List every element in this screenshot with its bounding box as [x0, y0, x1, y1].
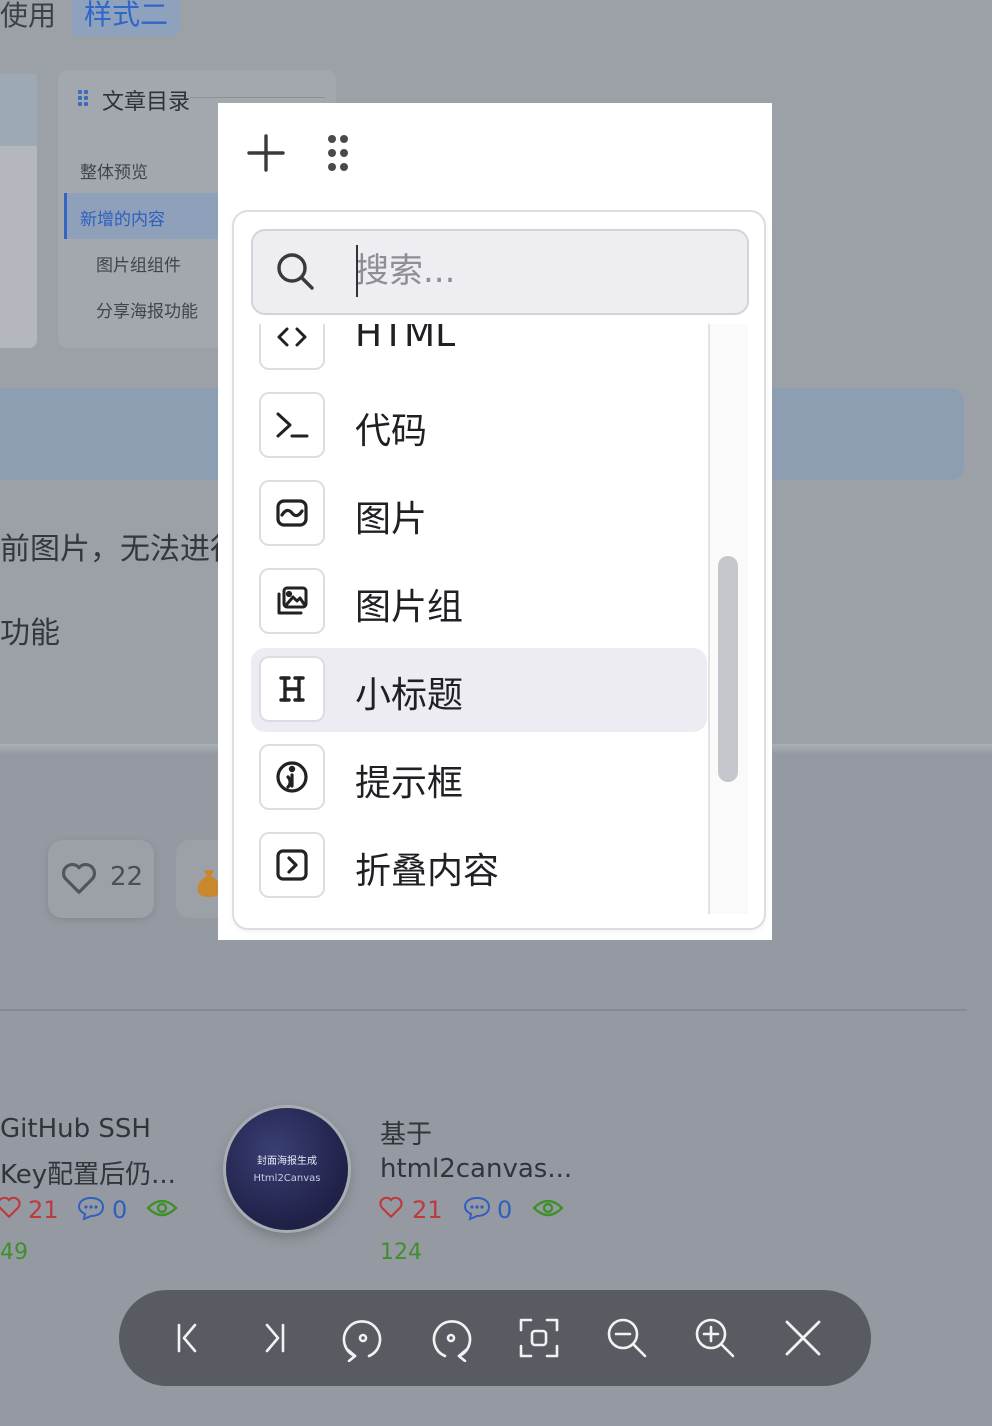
- info-icon: [259, 744, 325, 810]
- close-icon[interactable]: [779, 1314, 827, 1362]
- eye-icon: [146, 1199, 178, 1217]
- search-box: [251, 229, 749, 315]
- menu-item-html[interactable]: HTML: [251, 324, 707, 380]
- viewer-toolbar: [119, 1290, 871, 1386]
- post-like-count: 21: [28, 1196, 59, 1224]
- heart-icon: [62, 862, 96, 894]
- style-chip[interactable]: 样式二: [72, 0, 181, 36]
- eye-icon: [532, 1199, 564, 1217]
- block-menu: HTML 代码 图片 图片组: [232, 210, 766, 930]
- toc-active-indicator: [64, 193, 67, 239]
- plus-icon[interactable]: [244, 131, 288, 175]
- comment-icon: [77, 1196, 105, 1221]
- left-card-header: [0, 74, 37, 146]
- menu-item-label: 小标题: [355, 675, 464, 716]
- zoom-in-icon[interactable]: [691, 1314, 739, 1362]
- toc-title-divider: [190, 97, 325, 98]
- post-title-line1[interactable]: GitHub SSH: [0, 1114, 151, 1144]
- paragraph-text-2: 功能: [0, 616, 60, 651]
- fit-screen-icon[interactable]: [515, 1314, 563, 1362]
- thumbnail-caption-2: Html2Canvas: [253, 1173, 321, 1184]
- horizontal-rule: [0, 1009, 967, 1011]
- insert-block-popup: HTML 代码 图片 图片组: [218, 103, 772, 940]
- menu-item-label: 提示框: [355, 763, 464, 804]
- post-comment-count: 0: [497, 1196, 513, 1224]
- toc-title: 文章目录: [102, 90, 191, 115]
- thumbnail-caption-1: 封面海报生成: [257, 1156, 317, 1167]
- post-view-count: 49: [0, 1240, 28, 1265]
- heart-icon: [379, 1196, 403, 1219]
- zoom-out-icon[interactable]: [603, 1314, 651, 1362]
- block-list: HTML 代码 图片 图片组 小标题 提示框 折叠内容: [234, 324, 764, 924]
- menu-item-collapse[interactable]: 折叠内容: [251, 824, 707, 908]
- menu-item-image-group[interactable]: 图片组: [251, 560, 707, 644]
- last-page-icon[interactable]: [251, 1314, 299, 1362]
- scrollbar-thumb[interactable]: [718, 556, 738, 782]
- menu-item-label: 图片组: [355, 587, 464, 628]
- menu-item-label: 代码: [355, 411, 428, 452]
- image-icon: [259, 480, 325, 546]
- heart-icon: [0, 1196, 21, 1219]
- menu-item-code[interactable]: 代码: [251, 384, 707, 468]
- menu-item-tip-box[interactable]: 提示框: [251, 736, 707, 820]
- rotate-left-icon[interactable]: [339, 1314, 387, 1362]
- menu-item-heading[interactable]: 小标题: [251, 648, 707, 732]
- post-thumbnail[interactable]: 封面海报生成 Html2Canvas: [226, 1108, 348, 1230]
- text-cursor: [356, 245, 358, 297]
- like-count: 22: [110, 862, 144, 892]
- post-title-line1[interactable]: 基于: [380, 1114, 432, 1151]
- toc-grid-icon: [78, 90, 90, 106]
- code-brackets-icon: [259, 324, 325, 370]
- post-title-line2[interactable]: Key配置后仍...: [0, 1154, 176, 1191]
- search-icon: [277, 253, 314, 290]
- heading-icon: [259, 656, 325, 722]
- toc-item-image-group[interactable]: 图片组组件: [96, 251, 181, 276]
- comment-icon: [463, 1196, 491, 1221]
- menu-item-label: 折叠内容: [355, 851, 500, 892]
- usage-label: 使用: [0, 0, 57, 32]
- menu-item-image[interactable]: 图片: [251, 472, 707, 556]
- paragraph-text-1: 前图片，无法进行: [0, 532, 240, 567]
- terminal-icon: [259, 392, 325, 458]
- post-comment-count: 0: [112, 1196, 128, 1224]
- post-like-count: 21: [412, 1196, 443, 1224]
- menu-item-label: HTML: [355, 324, 456, 355]
- toc-item-share-poster[interactable]: 分享海报功能: [96, 297, 198, 322]
- collapse-icon: [259, 832, 325, 898]
- toc-item-new-content[interactable]: 新增的内容: [80, 205, 165, 230]
- drag-handle-icon[interactable]: [316, 131, 360, 175]
- post-title-line2[interactable]: html2canvas...: [380, 1154, 572, 1184]
- first-page-icon[interactable]: [163, 1314, 211, 1362]
- post-view-count: 124: [380, 1240, 422, 1265]
- menu-item-label: 图片: [355, 499, 428, 540]
- rotate-right-icon[interactable]: [427, 1314, 475, 1362]
- image-group-icon: [259, 568, 325, 634]
- search-input[interactable]: [355, 249, 715, 293]
- toc-item-overview[interactable]: 整体预览: [80, 158, 148, 183]
